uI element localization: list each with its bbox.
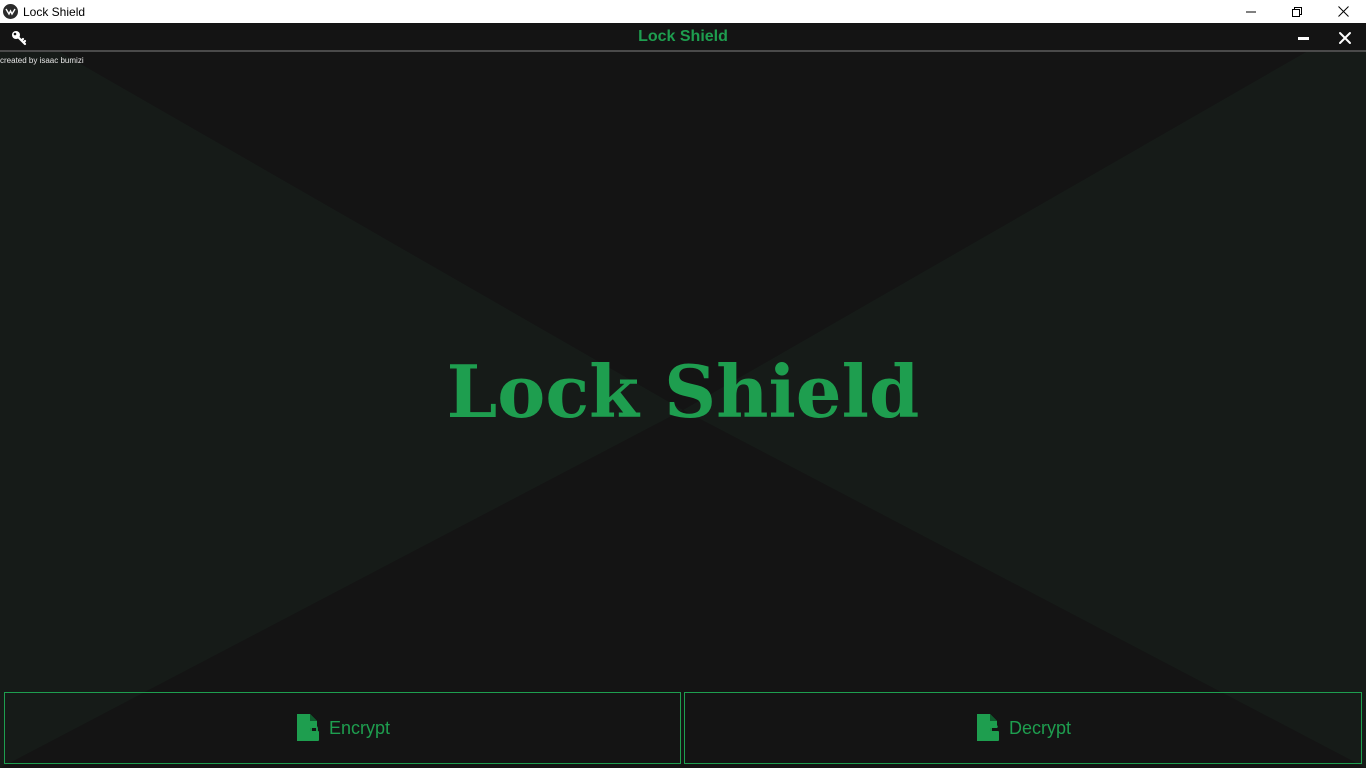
minimize-icon [1298, 37, 1309, 40]
app-toolbar: Lock Shield [0, 23, 1366, 52]
window-close-button[interactable] [1320, 0, 1366, 23]
window-titlebar: Lock Shield [0, 0, 1366, 23]
window-minimize-button[interactable] [1228, 0, 1274, 23]
decrypt-button[interactable]: Decrypt [684, 692, 1362, 764]
file-unlock-icon [976, 714, 999, 741]
restore-icon [1292, 6, 1302, 17]
decrypt-label: Decrypt [1008, 717, 1071, 738]
window-restore-button[interactable] [1274, 0, 1320, 23]
app-minimize-button[interactable] [1296, 30, 1312, 46]
app-close-button[interactable] [1337, 30, 1353, 46]
close-icon [1339, 32, 1351, 44]
window-title: Lock Shield [23, 4, 86, 19]
window-controls [1228, 0, 1366, 23]
hero-title: Lock Shield [446, 349, 920, 434]
file-lock-icon [296, 714, 319, 741]
main-stage: created by isaac bumizi Lock Shield Encr… [0, 52, 1366, 768]
credit-text: created by isaac bumizi [0, 56, 84, 65]
minimize-icon [1246, 11, 1256, 12]
close-icon [1337, 6, 1349, 17]
encrypt-label: Encrypt [328, 717, 391, 738]
encrypt-button[interactable]: Encrypt [4, 692, 681, 764]
app-logo-icon [3, 4, 18, 19]
toolbar-title: Lock Shield [638, 28, 728, 45]
